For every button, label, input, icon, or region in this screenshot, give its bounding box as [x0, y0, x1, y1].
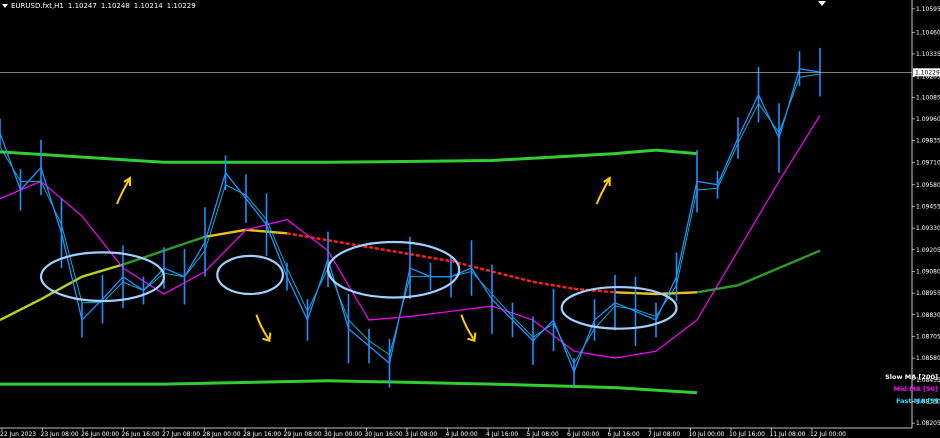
price-tick-label: 1.08830 — [916, 312, 940, 319]
low-value: 1.10214 — [133, 2, 163, 10]
price-tick-label: 1.09330 — [916, 225, 940, 232]
time-tick-label: 30 Jun 00:00 — [324, 431, 362, 438]
price-tick-label: 1.09580 — [916, 182, 940, 189]
time-tick-label: 23 Jun 08:00 — [41, 431, 79, 438]
price-tick-label: 1.08205 — [916, 420, 940, 427]
time-tick-label: 6 Jul 16:00 — [608, 431, 640, 438]
time-tick-label: 10 Jul 16:00 — [729, 431, 765, 438]
close-value: 1.10229 — [166, 2, 196, 10]
legend-fast-ma: Fast MA [5] — [896, 397, 938, 405]
time-tick-label: 26 Jun 16:00 — [122, 431, 160, 438]
price-tick-label: 1.08580 — [916, 355, 940, 362]
price-tick-label: 1.08705 — [916, 333, 940, 340]
price-tick-label: 1.09455 — [916, 203, 940, 210]
time-tick-label: 27 Jun 08:00 — [162, 431, 200, 438]
time-tick-label: 5 Jul 08:00 — [527, 431, 559, 438]
price-tick-label: 1.09205 — [916, 247, 940, 254]
chart-window[interactable]: 1.10595 1.10460 1.10335 1.10205 1.10085 1.099… — [0, 0, 940, 438]
time-tick-label: 10 Jul 00:00 — [689, 431, 725, 438]
time-tick-label: 26 Jun 00:00 — [81, 431, 119, 438]
price-tick-label: 1.08955 — [916, 290, 940, 297]
price-tick-label: 1.09710 — [916, 159, 940, 166]
symbol-label: EURUSD.fxt,H1 — [11, 2, 64, 10]
current-price-label: 1.10229 — [915, 69, 940, 76]
time-tick-label: 3 Jul 08:00 — [405, 431, 437, 438]
high-value: 1.10248 — [100, 2, 130, 10]
price-tick-label: 1.09835 — [916, 138, 940, 145]
time-tick-label: 29 Jun 08:00 — [284, 431, 322, 438]
legend-slow-ma: Slow MA [200] — [885, 373, 938, 381]
chart-title-bar: EURUSD.fxt,H1 1.10247 1.10248 1.10214 1.… — [2, 0, 200, 12]
price-tick-label: 1.09080 — [916, 268, 940, 275]
chart-shift-marker-icon[interactable] — [818, 1, 826, 6]
time-tick-label: 12 Jul 00:00 — [810, 431, 846, 438]
price-tick-label: 1.10085 — [916, 94, 940, 101]
time-tick-label: 22 Jun 2023 — [0, 431, 36, 438]
time-tick-label: 30 Jun 16:00 — [365, 431, 403, 438]
time-tick-label: 28 Jun 00:00 — [203, 431, 241, 438]
time-tick-label: 4 Jul 16:00 — [486, 431, 518, 438]
time-tick-label: 4 Jul 00:00 — [446, 431, 478, 438]
price-tick-label: 1.09960 — [916, 116, 940, 123]
dropdown-triangle-icon[interactable] — [2, 4, 8, 8]
legend-mid-ma: Mid MA [50] — [893, 385, 938, 393]
price-tick-label: 1.10335 — [916, 51, 940, 58]
price-tick-label: 1.10595 — [916, 6, 940, 13]
time-tick-label: 28 Jun 16:00 — [243, 431, 281, 438]
price-tick-label: 1.10460 — [916, 29, 940, 36]
time-tick-label: 7 Jul 08:00 — [648, 431, 680, 438]
open-value: 1.10247 — [67, 2, 97, 10]
time-tick-label: 11 Jul 08:00 — [770, 431, 806, 438]
time-tick-label: 6 Jul 00:00 — [567, 431, 599, 438]
